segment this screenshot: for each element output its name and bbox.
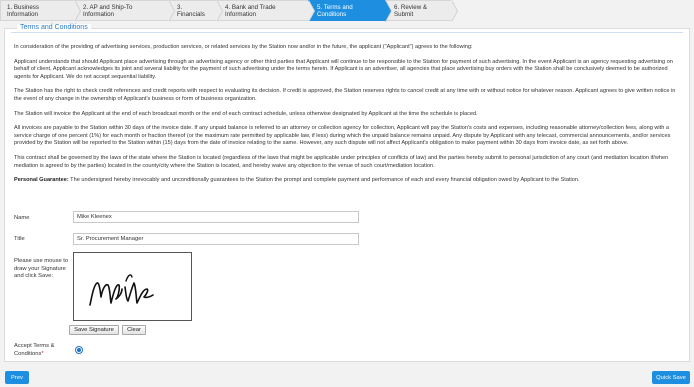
accept-terms-label: Accept Terms & Conditions* [14, 343, 69, 358]
terms-paragraph: The Station has the right to check credi… [14, 88, 676, 102]
section-title: Terms and Conditions [17, 24, 91, 31]
accept-terms-radio[interactable] [75, 346, 83, 354]
signature-pad[interactable] [73, 252, 192, 321]
step-ap-and-ship-to-information[interactable]: 2. AP and Ship-To Information [74, 0, 175, 22]
required-mark: * [41, 350, 44, 357]
radio-selected-dot [77, 348, 81, 352]
signature-drawing [89, 274, 154, 306]
title-label: Title [14, 236, 25, 242]
signature-label: Please use mouse to draw your Signature … [14, 258, 69, 280]
section-divider [11, 32, 683, 33]
personal-guarantee: Personal Guarantee: The undersigned here… [14, 177, 682, 185]
terms-paragraph: In consideration of the providing of adv… [14, 44, 473, 50]
terms-paragraph: The Station will invoice the Applicant a… [14, 110, 478, 117]
quick-save-button[interactable]: Quick Save [652, 371, 690, 384]
accept-terms-text: Accept Terms & Conditions [14, 343, 55, 357]
step-business-information[interactable]: 1. Business Information [0, 0, 81, 22]
step-terms-and-conditions[interactable]: 5. Terms and Conditions [308, 0, 392, 22]
name-label: Name [14, 215, 30, 221]
name-input[interactable] [73, 211, 359, 223]
terms-paragraph: All invoices are payable to the Station … [14, 125, 671, 147]
step-bank-and-trade-information[interactable]: 4. Bank and Trade Information [216, 0, 315, 22]
terms-paragraph: This contract shall be governed by the l… [14, 154, 669, 169]
save-signature-button[interactable]: Save Signature [69, 325, 119, 335]
guarantee-label: Personal Guarantee: [14, 177, 69, 184]
terms-text: In consideration of the providing of adv… [14, 44, 682, 192]
wizard-steps: 1. Business Information 2. AP and Ship-T… [0, 0, 694, 22]
prev-button[interactable]: Prev [5, 371, 29, 384]
clear-signature-button[interactable]: Clear [122, 325, 146, 335]
terms-panel: Terms and Conditions In consideration of… [4, 24, 690, 362]
step-review-and-submit[interactable]: 6. Review & Submit [385, 0, 458, 22]
step-financials[interactable]: 3. Financials [168, 0, 223, 22]
title-input[interactable] [73, 233, 359, 245]
guarantee-text: The undersigned hereby irrevocably and u… [68, 177, 580, 184]
terms-paragraph: Applicant understands that should Applic… [14, 58, 673, 80]
